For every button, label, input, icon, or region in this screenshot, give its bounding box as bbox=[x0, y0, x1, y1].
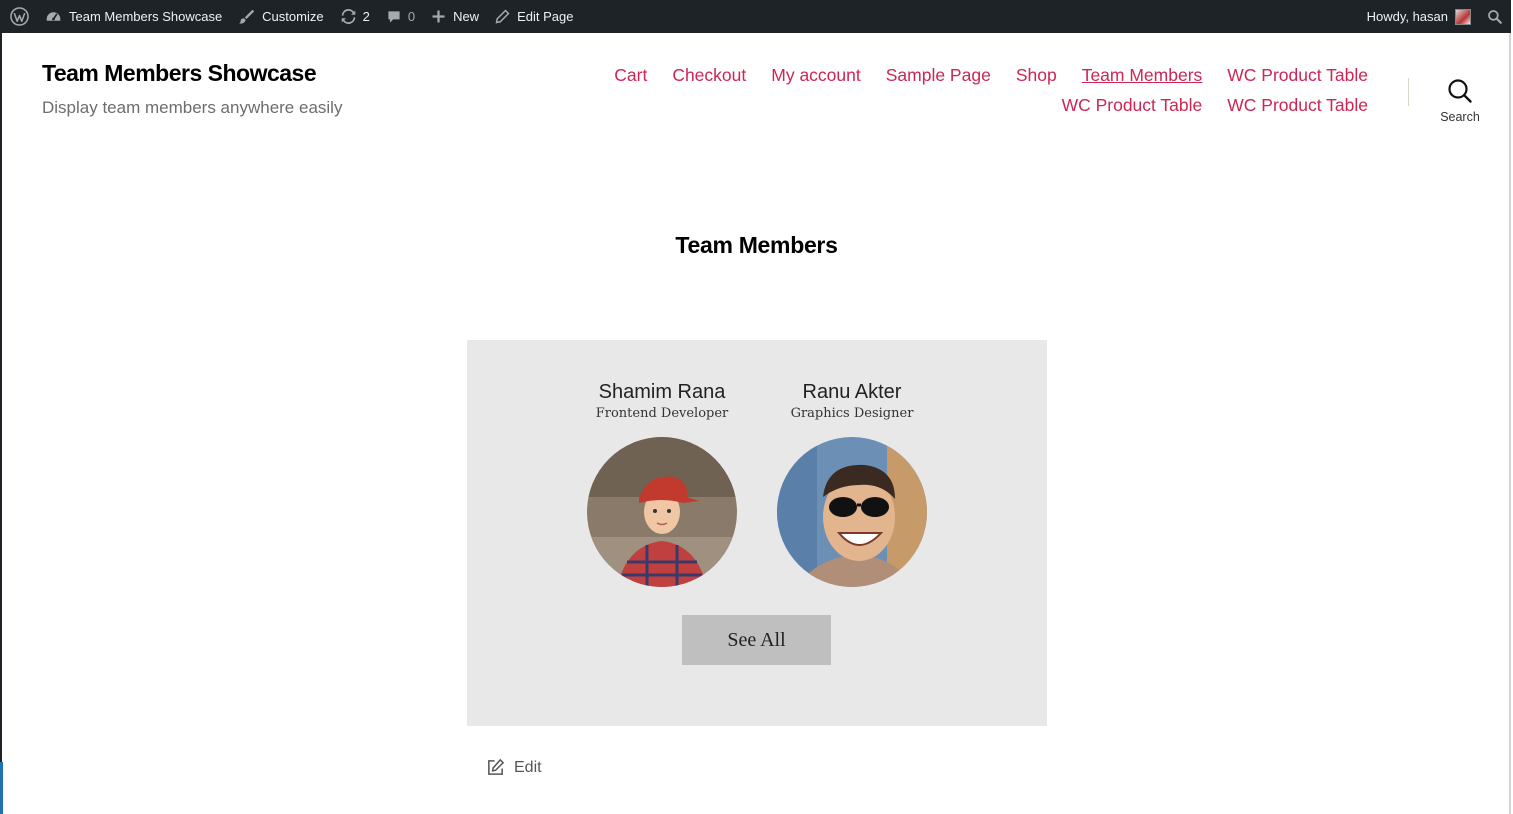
team-member-card[interactable]: Ranu Akter Graphics Designer bbox=[757, 380, 947, 587]
page-title: Team Members bbox=[675, 232, 838, 258]
search-icon bbox=[1448, 79, 1472, 103]
wordpress-icon bbox=[10, 7, 29, 26]
menu-item-wc-product-table[interactable]: WC Product Table bbox=[1062, 94, 1203, 116]
admin-search-button[interactable] bbox=[1479, 0, 1511, 33]
team-members-block: Shamim Rana Frontend Developer Ranu Akte… bbox=[467, 340, 1047, 726]
team-member-card[interactable]: Shamim Rana Frontend Developer bbox=[567, 380, 757, 587]
menu-item-my-account[interactable]: My account bbox=[771, 64, 860, 86]
plus-icon bbox=[432, 10, 445, 23]
updates-link[interactable]: 2 bbox=[332, 0, 378, 33]
avatar bbox=[1455, 8, 1471, 25]
site-name-label: Team Members Showcase bbox=[69, 9, 223, 24]
updates-icon bbox=[341, 8, 355, 25]
member-role: Frontend Developer bbox=[595, 406, 729, 421]
search-toggle-button[interactable]: Search bbox=[1432, 78, 1488, 124]
comments-count: 0 bbox=[407, 9, 416, 24]
new-label: New bbox=[453, 9, 480, 24]
site-name-menu[interactable]: Team Members Showcase bbox=[37, 0, 230, 33]
search-icon bbox=[1488, 9, 1503, 24]
menu-item-shop[interactable]: Shop bbox=[1016, 64, 1057, 86]
admin-bar: Team Members Showcase Customize 2 0 New … bbox=[0, 0, 1511, 33]
customize-link[interactable]: Customize bbox=[230, 0, 331, 33]
paintbrush-icon bbox=[239, 9, 255, 24]
edit-page-link[interactable]: Edit Page bbox=[487, 0, 581, 33]
edit-page-label: Edit Page bbox=[517, 9, 574, 24]
search-toggle-label: Search bbox=[1440, 110, 1480, 124]
site-description: Display team members anywhere easily bbox=[42, 98, 343, 117]
pencil-icon bbox=[495, 9, 510, 24]
menu-item-checkout[interactable]: Checkout bbox=[672, 64, 746, 86]
member-name: Ranu Akter bbox=[802, 381, 902, 403]
left-edge-accent bbox=[0, 762, 3, 814]
comments-link[interactable]: 0 bbox=[378, 0, 423, 33]
site-title[interactable]: Team Members Showcase bbox=[42, 60, 317, 87]
member-role: Graphics Designer bbox=[790, 406, 914, 421]
howdy-label: Howdy, hasan bbox=[1366, 9, 1448, 24]
customize-label: Customize bbox=[262, 9, 324, 24]
updates-count: 2 bbox=[362, 9, 370, 24]
my-account-menu[interactable]: Howdy, hasan bbox=[1359, 0, 1479, 33]
comment-icon bbox=[388, 10, 400, 23]
new-content-link[interactable]: New bbox=[423, 0, 487, 33]
edit-icon bbox=[488, 758, 505, 775]
see-all-button[interactable]: See All bbox=[682, 615, 831, 665]
edit-post-link[interactable]: Edit bbox=[486, 758, 542, 777]
member-photo[interactable] bbox=[587, 437, 737, 587]
menu-item-wc-product-table[interactable]: WC Product Table bbox=[1227, 64, 1368, 86]
wordpress-logo-menu[interactable] bbox=[0, 0, 37, 33]
menu-item-wc-product-table[interactable]: WC Product Table bbox=[1227, 94, 1368, 116]
member-name: Shamim Rana bbox=[598, 381, 726, 403]
edit-label: Edit bbox=[514, 758, 542, 776]
menu-item-team-members[interactable]: Team Members bbox=[1082, 64, 1203, 86]
header-divider bbox=[1408, 78, 1409, 106]
primary-menu: Cart Checkout My account Sample Page Sho… bbox=[588, 64, 1368, 116]
menu-item-cart[interactable]: Cart bbox=[614, 64, 647, 86]
member-photo[interactable] bbox=[777, 437, 927, 587]
dashboard-icon bbox=[46, 12, 61, 21]
menu-item-sample-page[interactable]: Sample Page bbox=[886, 64, 991, 86]
